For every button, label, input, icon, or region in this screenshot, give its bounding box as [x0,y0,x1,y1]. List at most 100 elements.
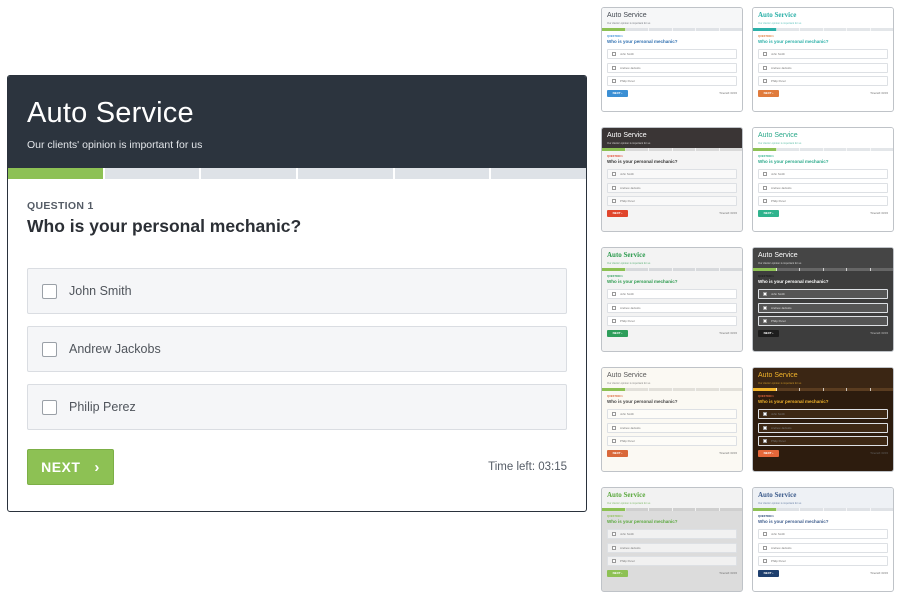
thumb-progress-segment [800,388,824,391]
checkbox-icon [763,412,767,416]
thumb-progress-segment [823,28,847,31]
thumb-question-text: Who is your personal mechanic? [607,279,678,284]
thumb-option-label: John Smith [620,532,634,536]
theme-thumbnail-brown-gold[interactable]: Auto Service Our clients' opinion is imp… [752,367,894,472]
thumb-footer: NEXT › Time left: 03:15 [753,569,893,577]
thumb-option-label: John Smith [771,172,785,176]
thumb-options: John Smith Andrew Jackobs Philip Perez [758,49,888,86]
checkbox-icon [612,65,616,70]
thumb-progress-segment [823,148,847,151]
theme-thumbnail-light-blue[interactable]: Auto Service Our clients' opinion is imp… [601,7,743,112]
form-header: Auto Service Our clients' opinion is imp… [8,76,586,168]
thumb-header: Auto Service Our clients' opinion is imp… [602,488,742,508]
thumb-next-button: NEXT › [607,209,628,217]
checkbox-icon[interactable] [42,283,57,299]
thumb-option: John Smith [758,49,888,59]
checkbox-icon[interactable] [42,399,57,415]
thumb-progress-segment [625,508,649,511]
checkbox-icon [763,52,767,56]
theme-thumbnail-teal-orange[interactable]: Auto Service Our clients' opinion is imp… [752,7,894,112]
thumb-header: Auto Service Our clients' opinion is imp… [753,248,893,268]
thumb-question-text: Who is your personal mechanic? [758,519,829,524]
checkbox-icon [763,559,767,563]
thumb-progress-segment [602,28,626,31]
next-button-label: NEXT [41,459,81,475]
theme-thumbnail-green-serif[interactable]: Auto Service Our clients' opinion is imp… [601,247,743,352]
thumb-option-label: Philip Perez [620,79,635,83]
option-label: Philip Perez [69,400,136,414]
theme-thumbnail-mint[interactable]: Auto Service Our clients' opinion is imp… [752,127,894,232]
thumb-progress-segment [870,28,893,31]
thumb-next-button: NEXT › [607,569,628,577]
thumb-option-label: Andrew Jackobs [771,425,792,430]
thumb-option-label: John Smith [620,412,634,416]
thumb-options: John Smith Andrew Jackobs Philip Perez [607,169,737,206]
checkbox-icon [763,79,767,83]
thumb-option: John Smith [607,289,737,299]
option-john-smith[interactable]: John Smith [27,268,567,314]
option-label: Andrew Jackobs [69,342,161,356]
thumb-option-label: John Smith [771,412,785,416]
thumb-progress [753,268,893,271]
checkbox-icon [763,532,767,536]
chevron-right-icon: › [621,451,623,455]
thumb-subtitle: Our clients' opinion is important for us [607,142,651,145]
thumb-option-label: John Smith [620,172,634,176]
question-text: Who is your personal mechanic? [27,216,302,236]
thumb-title: Auto Service [758,252,798,259]
theme-thumbnail-cream-orange[interactable]: Auto Service Our clients' opinion is imp… [601,367,743,472]
theme-thumbnail-navy-serif[interactable]: Auto Service Our clients' opinion is imp… [752,487,894,592]
thumb-options: John Smith Andrew Jackobs Philip Perez [758,409,888,446]
thumb-option: John Smith [758,529,888,539]
thumb-question-text: Who is your personal mechanic? [758,39,829,44]
thumb-next-button: NEXT › [758,209,779,217]
thumb-subtitle: Our clients' opinion is important for us [758,22,802,25]
progress-segment [104,168,202,179]
thumb-progress-segment [753,268,777,271]
thumb-time-left: Time left: 03:15 [870,211,888,215]
next-button[interactable]: NEXT › [27,449,114,485]
theme-thumbnail-charcoal[interactable]: Auto Service Our clients' opinion is imp… [752,247,894,352]
thumb-next-label: NEXT [763,571,772,575]
thumb-option: Andrew Jackobs [607,302,737,313]
thumb-progress-segment [649,508,673,511]
checkbox-icon [612,545,616,550]
thumb-next-label: NEXT [612,211,621,215]
thumb-option: Andrew Jackobs [607,62,737,73]
thumb-header: Auto Service Our clients' opinion is imp… [753,488,893,508]
thumb-option-label: Andrew Jackobs [620,65,641,70]
thumb-next-label: NEXT [612,451,621,455]
theme-thumbnail-gray-lime[interactable]: Auto Service Our clients' opinion is imp… [601,487,743,592]
chevron-right-icon: › [772,331,774,335]
thumb-time-left: Time left: 03:15 [719,571,737,575]
progress-segment [298,168,395,179]
thumb-progress-segment [823,508,847,511]
thumb-progress-segment [672,28,696,31]
option-andrew-jackobs[interactable]: Andrew Jackobs [27,326,567,372]
thumb-progress-segment [672,388,696,391]
thumb-option: Andrew Jackobs [758,182,888,193]
thumb-progress-segment [672,148,696,151]
checkbox-icon [763,292,767,296]
thumb-option: Andrew Jackobs [758,422,888,433]
thumb-progress [753,508,893,511]
thumb-progress-segment [672,508,696,511]
thumb-question-number: QUESTION 1 [607,35,623,38]
thumb-progress-segment [696,148,720,151]
thumb-time-left: Time left: 03:15 [719,331,737,335]
thumb-next-button: NEXT › [758,569,779,577]
thumb-progress-segment [602,508,626,511]
thumb-question-number: QUESTION 1 [758,395,774,398]
progress-segment [201,168,299,179]
checkbox-icon [763,65,767,70]
thumb-next-label: NEXT [763,211,772,215]
checkbox-icon [612,559,616,563]
thumb-progress-segment [870,508,893,511]
option-philip-perez[interactable]: Philip Perez [27,384,567,430]
chevron-right-icon: › [772,451,774,455]
checkbox-icon [612,172,616,176]
thumb-next-button: NEXT › [607,89,628,97]
thumb-progress-segment [625,148,649,151]
theme-thumbnail-dark-red[interactable]: Auto Service Our clients' opinion is imp… [601,127,743,232]
checkbox-icon[interactable] [42,341,57,357]
